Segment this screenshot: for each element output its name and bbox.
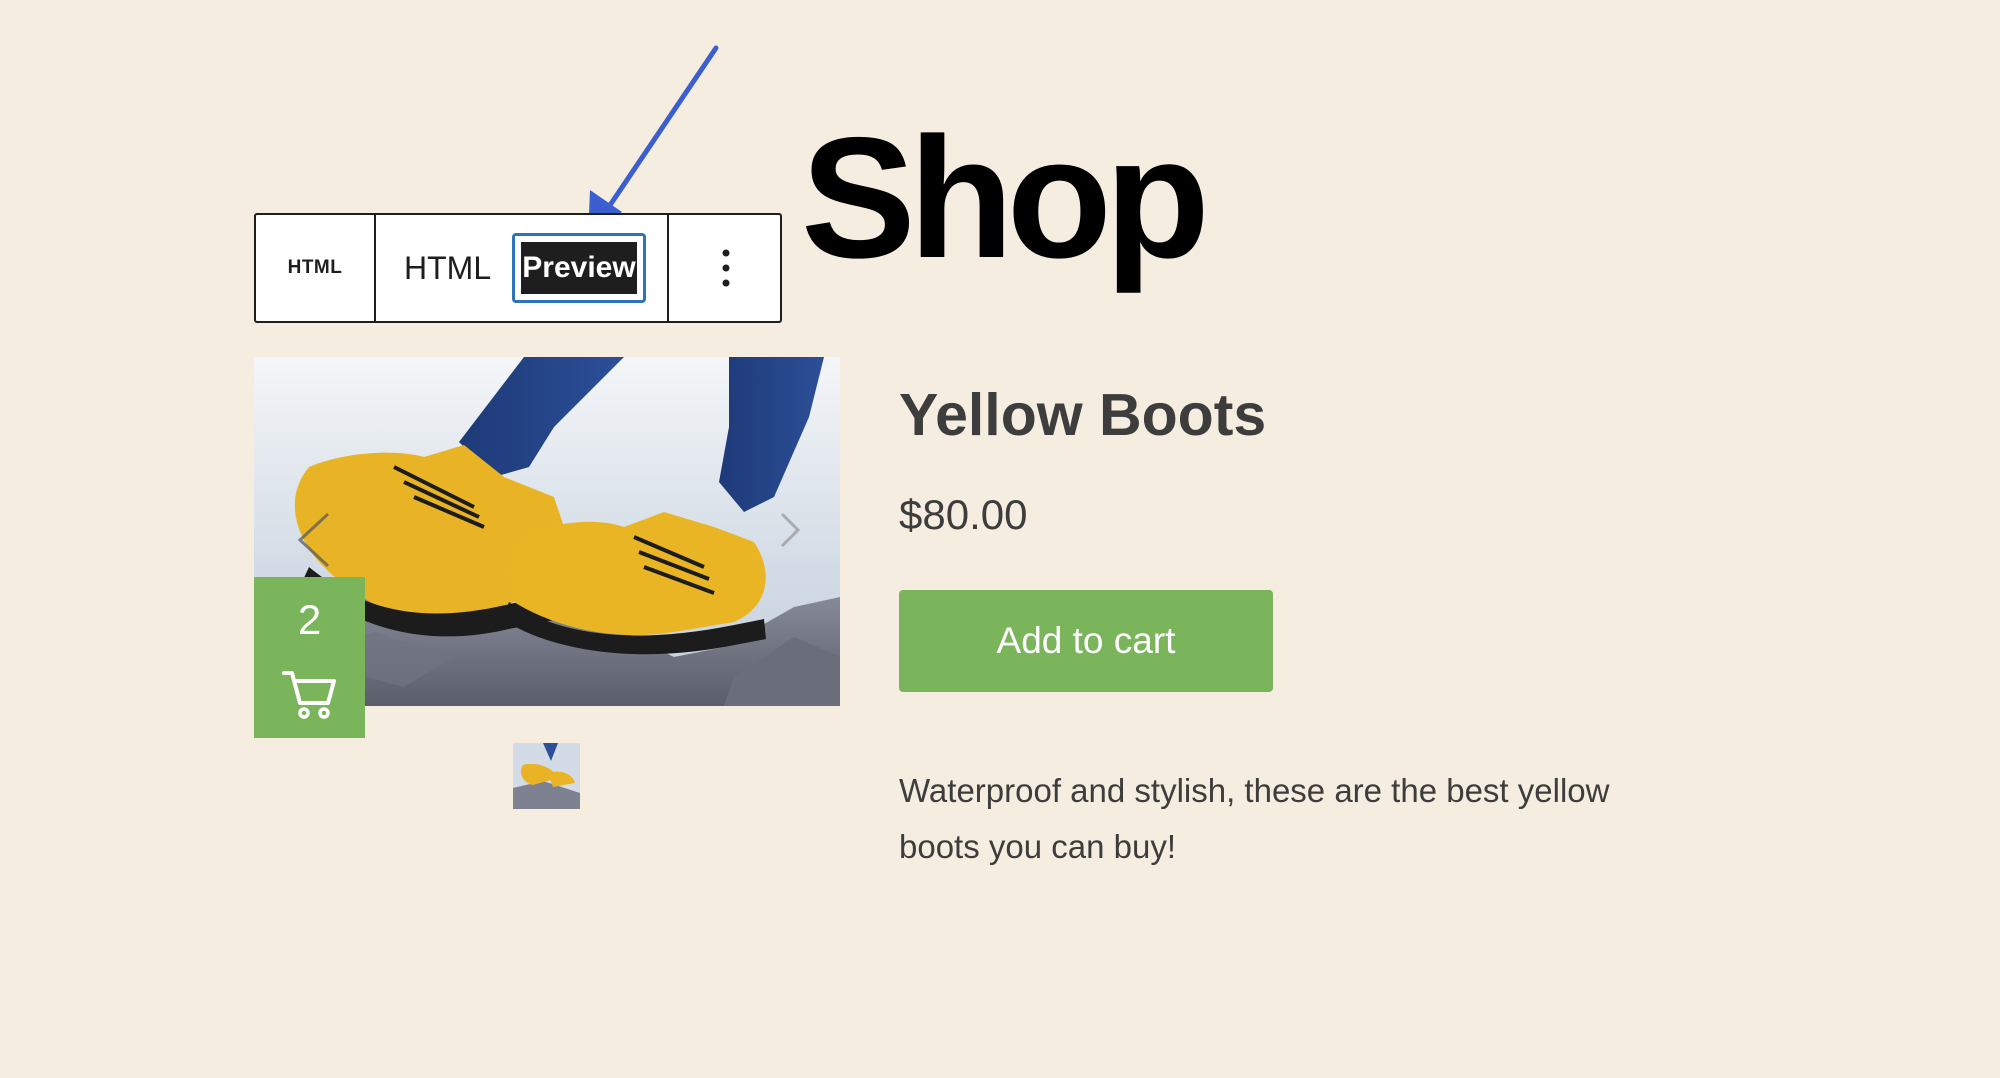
page-title: Shop	[801, 102, 1210, 294]
chevron-left-icon[interactable]	[294, 510, 334, 570]
add-to-cart-button[interactable]: Add to cart	[899, 590, 1273, 692]
thumbnail-image	[513, 743, 580, 809]
tab-preview[interactable]: Preview	[512, 233, 646, 303]
gallery-thumbnail[interactable]	[513, 743, 580, 809]
cart-icon	[282, 671, 336, 719]
vertical-ellipsis-icon	[722, 249, 729, 287]
mini-cart-button[interactable]: 2	[254, 577, 365, 738]
cart-count: 2	[297, 596, 322, 643]
product-description: Waterproof and stylish, these are the be…	[899, 772, 1610, 865]
product-price: $80.00	[899, 491, 1028, 538]
block-toolbar: HTML HTML Preview	[254, 213, 782, 323]
toolbar-divider	[374, 215, 376, 321]
chevron-right-icon[interactable]	[778, 510, 802, 550]
block-type-button[interactable]: HTML	[256, 215, 374, 321]
tab-html[interactable]: HTML	[404, 245, 491, 291]
product-title: Yellow Boots	[899, 382, 1267, 448]
tab-preview-label: Preview	[521, 242, 637, 294]
more-options-button[interactable]	[669, 215, 782, 321]
